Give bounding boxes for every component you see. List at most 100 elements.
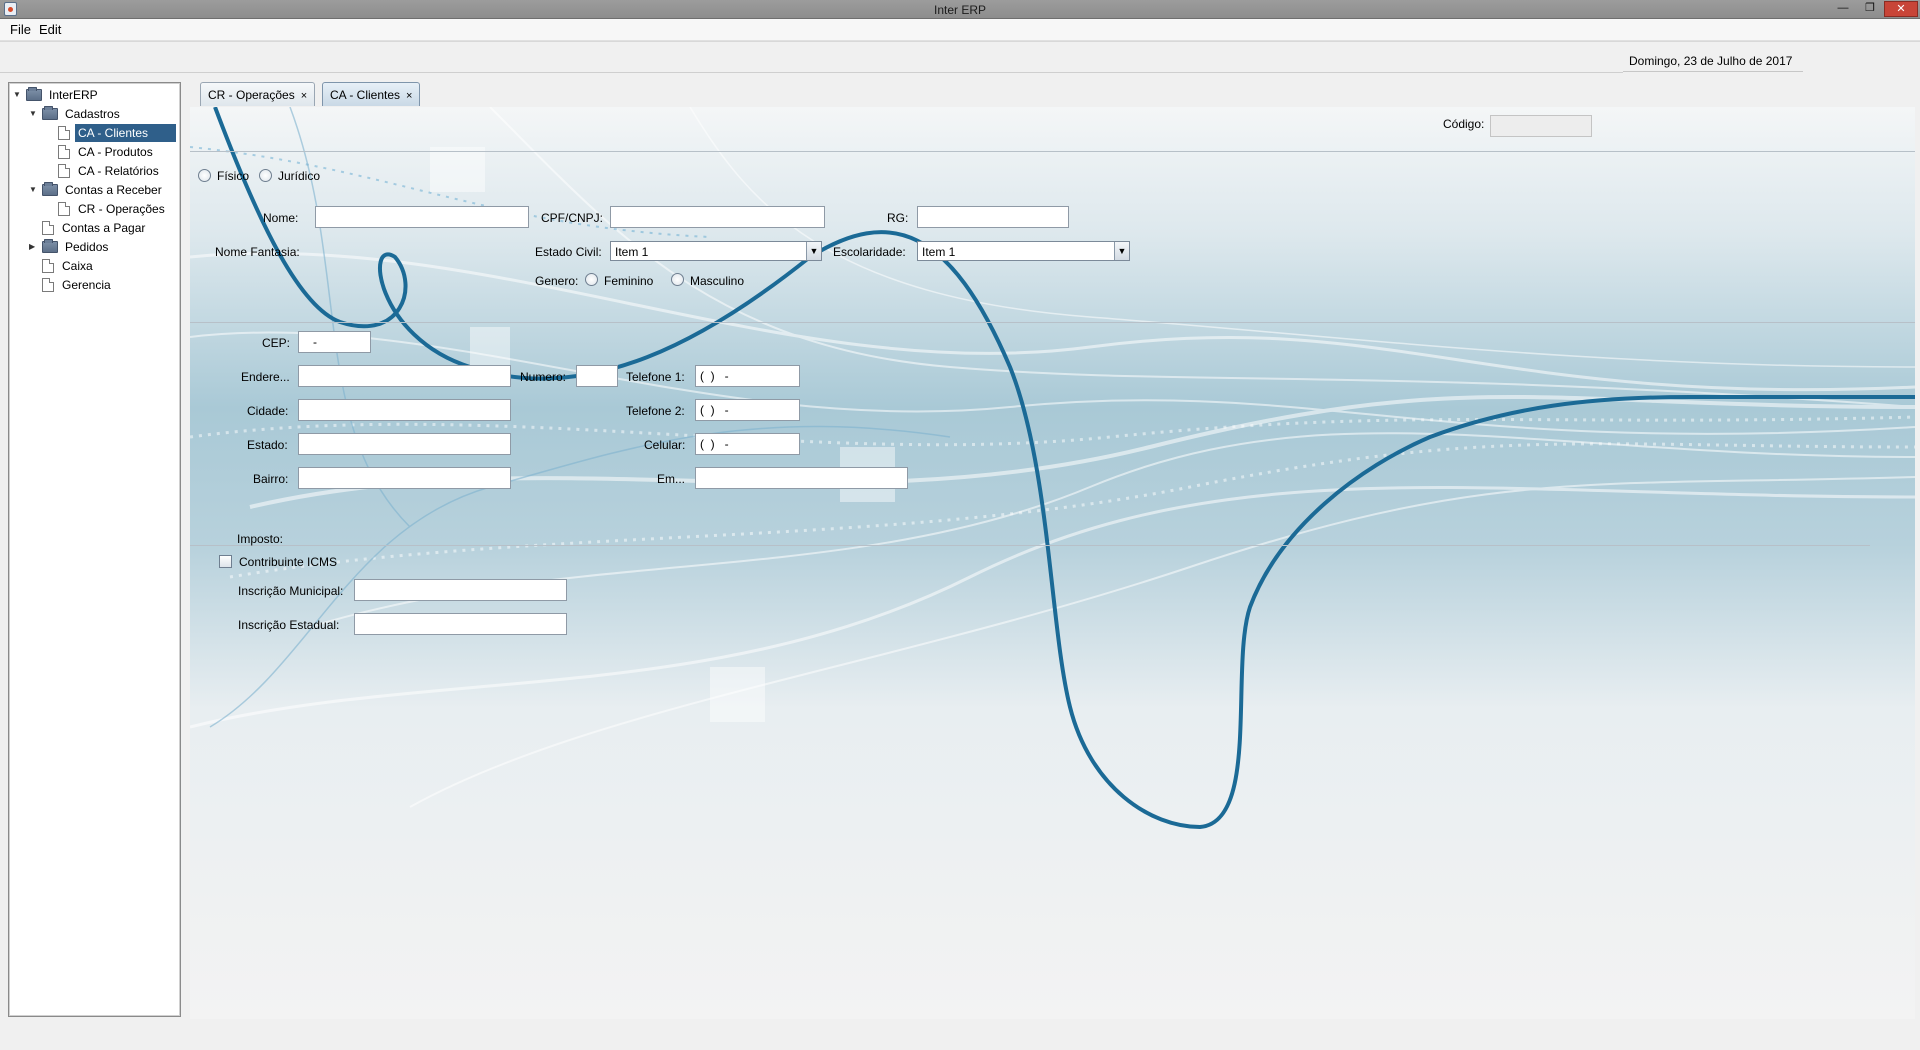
feminino-label: Feminino [604, 274, 654, 288]
tree-node-label: Cadastros [65, 107, 120, 121]
file-icon [42, 259, 54, 273]
estado-field[interactable] [298, 433, 511, 455]
toolbar-divider [0, 41, 1920, 42]
fisico-label: Físico [217, 169, 250, 183]
menu-file[interactable]: File [8, 22, 33, 37]
masculino-radio[interactable] [671, 273, 684, 286]
tree-node-label: CA - Clientes [75, 124, 176, 142]
tree-node-ca-clientes[interactable]: CA - Clientes [45, 124, 180, 142]
telefone1-label: Telefone 1: [626, 370, 685, 384]
masculino-label: Masculino [690, 274, 745, 288]
cep-field[interactable] [298, 331, 371, 353]
tree-node-label: Gerencia [62, 278, 111, 292]
telefone2-label: Telefone 2: [626, 404, 685, 418]
rg-field[interactable] [917, 206, 1069, 228]
navigation-tree[interactable]: ▼ InterERP ▼ Cadastros CA - Clientes CA … [8, 82, 181, 1017]
celular-label: Celular: [644, 438, 686, 452]
numero-label: Numero: [520, 370, 567, 384]
cpf-cnpj-field[interactable] [610, 206, 825, 228]
tab-cr-operacoes[interactable]: CR - Operações × [200, 82, 316, 106]
nome-field[interactable] [315, 206, 529, 228]
tab-label: CR - Operações [208, 88, 295, 102]
tab-label: CA - Clientes [330, 88, 401, 102]
expand-right-icon[interactable]: ▶ [29, 238, 39, 256]
imposto-label: Imposto: [237, 532, 284, 546]
tree-node-cr-operacoes[interactable]: CR - Operações [45, 200, 175, 218]
contribuinte-icms-label: Contribuinte ICMS [239, 555, 338, 569]
tree-node-ca-produtos[interactable]: CA - Produtos [45, 143, 175, 161]
expand-down-icon[interactable]: ▼ [13, 86, 23, 104]
inscricao-municipal-field[interactable] [354, 579, 567, 601]
codigo-label: Código: [1443, 117, 1485, 131]
cidade-label: Cidade: [247, 404, 289, 418]
inscricao-estadual-label: Inscrição Estadual: [238, 618, 340, 632]
estado-civil-combo[interactable]: Item 1 ▼ [610, 241, 822, 261]
section-divider [190, 545, 1870, 546]
menu-bar: File Edit [0, 19, 1920, 41]
folder-open-icon [26, 87, 42, 101]
tab-strip: CR - Operações × CA - Clientes × [190, 82, 1915, 107]
feminino-radio[interactable] [585, 273, 598, 286]
tree-node-label: InterERP [49, 88, 98, 102]
telefone2-field[interactable] [695, 399, 800, 421]
cep-label: CEP: [262, 336, 291, 350]
telefone1-field[interactable] [695, 365, 800, 387]
numero-field[interactable] [576, 365, 618, 387]
tree-node-contas-pagar[interactable]: Contas a Pagar [29, 219, 179, 237]
tree-node-cadastros[interactable]: ▼ Cadastros [29, 105, 179, 123]
expand-down-icon[interactable]: ▼ [29, 181, 39, 199]
folder-open-icon [42, 106, 58, 120]
email-label: Em... [657, 472, 686, 486]
escolaridade-label: Escolaridade: [833, 245, 906, 259]
cidade-field[interactable] [298, 399, 511, 421]
endereco-label: Endere... [241, 370, 290, 384]
menu-edit[interactable]: Edit [37, 22, 63, 37]
restore-button[interactable]: ❐ [1857, 1, 1883, 17]
tree-node-caixa[interactable]: Caixa [29, 257, 179, 275]
folder-closed-icon [42, 239, 58, 253]
current-date: Domingo, 23 de Julho de 2017 [1623, 50, 1803, 72]
file-icon [42, 221, 54, 235]
tree-node-label: Caixa [62, 259, 93, 273]
file-icon [58, 164, 70, 178]
window-title: Inter ERP [933, 3, 987, 17]
nome-fantasia-field[interactable] [315, 240, 529, 262]
expand-down-icon[interactable]: ▼ [29, 105, 39, 123]
tree-node-ca-relatorios[interactable]: CA - Relatórios [45, 162, 175, 180]
tree-node-label: Contas a Pagar [62, 221, 146, 235]
celular-field[interactable] [695, 433, 800, 455]
codigo-field[interactable] [1490, 115, 1592, 137]
juridico-radio[interactable] [259, 169, 272, 182]
tree-node-gerencia[interactable]: Gerencia [29, 276, 179, 294]
tab-close-icon[interactable]: × [406, 90, 412, 102]
tab-close-icon[interactable]: × [301, 90, 307, 102]
nome-label: Nome: [263, 211, 299, 225]
file-icon [42, 278, 54, 292]
email-field[interactable] [695, 467, 908, 489]
minimize-button[interactable]: — [1830, 1, 1856, 17]
chevron-down-icon[interactable]: ▼ [1114, 242, 1129, 260]
tree-node-label: Pedidos [65, 240, 109, 254]
status-bar [0, 1029, 1920, 1050]
fisico-radio[interactable] [198, 169, 211, 182]
escolaridade-combo[interactable]: Item 1 ▼ [917, 241, 1130, 261]
tree-node-root[interactable]: ▼ InterERP [13, 86, 173, 104]
cpf-cnpj-label: CPF/CNPJ: [541, 211, 604, 225]
rg-label: RG: [887, 211, 909, 225]
date-divider [0, 72, 1623, 73]
chevron-down-icon[interactable]: ▼ [806, 242, 821, 260]
tree-node-label: Contas a Receber [65, 183, 162, 197]
close-button[interactable]: ✕ [1884, 1, 1918, 17]
section-divider [190, 322, 1915, 323]
tab-ca-clientes[interactable]: CA - Clientes × [322, 82, 421, 106]
estado-label: Estado: [247, 438, 288, 452]
inscricao-estadual-field[interactable] [354, 613, 567, 635]
title-bar: Inter ERP — ❐ ✕ [0, 0, 1920, 19]
tree-node-contas-receber[interactable]: ▼ Contas a Receber [29, 181, 179, 199]
section-divider [190, 151, 1915, 152]
endereco-field[interactable] [298, 365, 511, 387]
bairro-field[interactable] [298, 467, 511, 489]
tree-node-label: CA - Relatórios [78, 164, 159, 178]
contribuinte-icms-checkbox[interactable] [219, 555, 232, 568]
tree-node-pedidos[interactable]: ▶ Pedidos [29, 238, 179, 256]
